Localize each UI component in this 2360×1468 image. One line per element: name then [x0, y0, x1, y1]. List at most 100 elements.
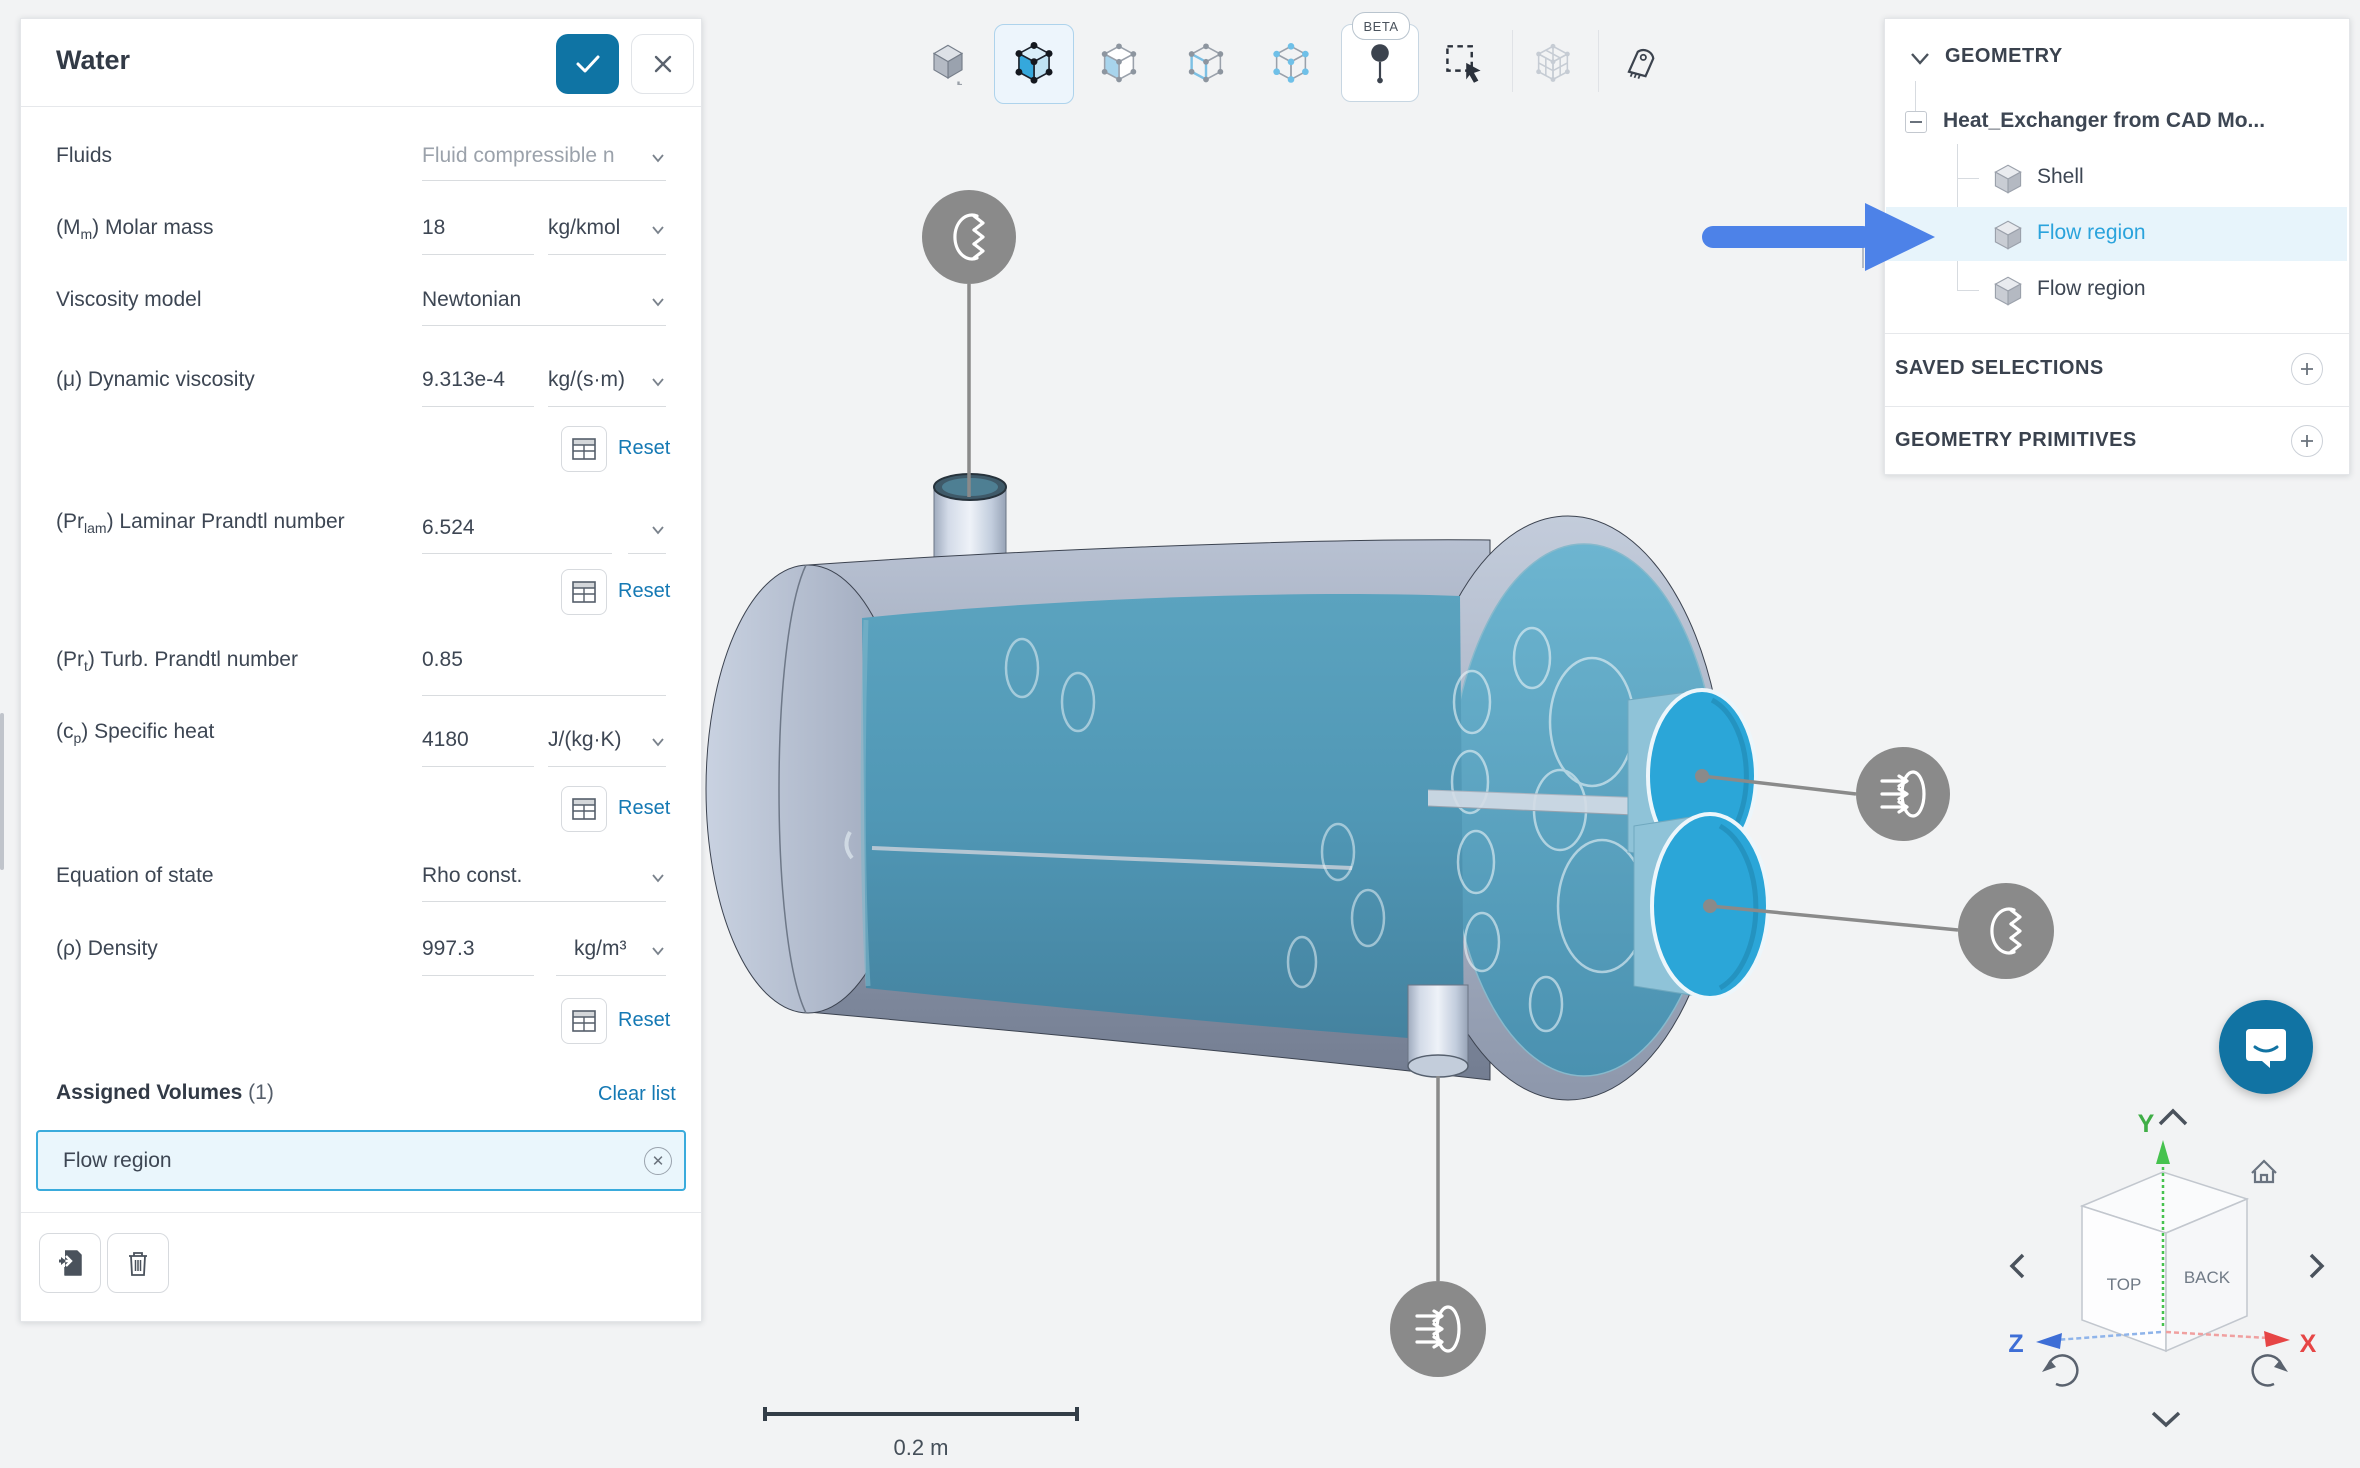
- roll-ccw-icon[interactable]: [2042, 1355, 2077, 1385]
- table-input-button[interactable]: [561, 426, 607, 472]
- panel-title: Water: [56, 45, 130, 76]
- input-underline: [422, 254, 534, 255]
- tree-node-shell[interactable]: Shell: [2037, 165, 2084, 189]
- toolbar-separator: [1512, 30, 1513, 92]
- roll-cw-icon[interactable]: [2253, 1355, 2288, 1385]
- tree-node-flow-region-selected[interactable]: Flow region: [2037, 221, 2146, 245]
- assigned-volume-chip[interactable]: Flow region ✕: [36, 1130, 686, 1191]
- equation-of-state-label: Equation of state: [56, 864, 214, 888]
- input-underline: [548, 766, 666, 767]
- chat-bubble-icon: [2240, 1021, 2292, 1073]
- density-input[interactable]: 997.3: [422, 937, 532, 961]
- scrollbar-thumb[interactable]: [0, 713, 4, 870]
- select-vertex-icon[interactable]: [1263, 36, 1319, 92]
- input-underline: [548, 406, 666, 407]
- table-input-button[interactable]: [561, 786, 607, 832]
- specific-heat-input[interactable]: 4180: [422, 728, 532, 752]
- table-input-button[interactable]: [561, 998, 607, 1044]
- geometry-collapse-chevron[interactable]: [1909, 51, 1931, 72]
- laminar-prandtl-input[interactable]: 6.524: [422, 516, 475, 540]
- probe-point-icon[interactable]: [1352, 36, 1408, 92]
- chevron-down-icon: [651, 151, 665, 165]
- divider: [21, 106, 701, 107]
- input-underline: [422, 180, 666, 181]
- confirm-button[interactable]: [556, 34, 619, 94]
- home-view-icon[interactable]: [2252, 1161, 2276, 1182]
- assign-import-icon: [57, 1249, 83, 1277]
- saved-selections-title[interactable]: SAVED SELECTIONS: [1895, 357, 2104, 380]
- box-select-icon[interactable]: [1436, 36, 1492, 92]
- rotate-down-chevron[interactable]: [2153, 1413, 2179, 1425]
- cube-icon: [1993, 275, 2023, 312]
- pressure-outlet-marker-right[interactable]: [1958, 883, 2054, 979]
- annotation-arrow: [1690, 195, 1950, 285]
- tree-node-flow-region[interactable]: Flow region: [2037, 277, 2146, 301]
- geometry-primitives-title[interactable]: GEOMETRY PRIMITIVES: [1895, 429, 2137, 452]
- reset-link[interactable]: Reset: [618, 580, 670, 603]
- scale-bar-label: 0.2 m: [893, 1435, 948, 1460]
- velocity-inlet-marker-bottom[interactable]: [1390, 1281, 1486, 1377]
- molar-mass-input[interactable]: 18: [422, 216, 532, 240]
- view-cube-widget: TOP BACK Y Z X: [2008, 1110, 2322, 1425]
- input-underline: [422, 695, 666, 696]
- chevron-down-icon: [651, 223, 665, 237]
- delete-button[interactable]: [107, 1233, 169, 1293]
- mesh-view-icon-disabled[interactable]: [1525, 36, 1581, 92]
- reset-link[interactable]: Reset: [618, 797, 670, 820]
- dynamic-viscosity-input[interactable]: 9.313e-4: [422, 368, 528, 392]
- input-underline: [422, 325, 666, 326]
- cancel-button[interactable]: [631, 34, 694, 94]
- checkmark-icon: [575, 53, 601, 75]
- table-icon: [572, 1010, 596, 1032]
- rotate-up-chevron[interactable]: [2160, 1111, 2186, 1124]
- clear-list-link[interactable]: Clear list: [598, 1083, 676, 1106]
- chat-support-button[interactable]: [2219, 1000, 2313, 1094]
- select-face-icon[interactable]: [1091, 36, 1147, 92]
- view-cube-back-label: BACK: [2184, 1268, 2231, 1287]
- molar-mass-unit-select[interactable]: kg/kmol: [548, 216, 620, 240]
- geometry-section-title[interactable]: GEOMETRY: [1945, 45, 2063, 68]
- input-underline: [548, 254, 666, 255]
- specific-heat-unit-select[interactable]: J/(kg·K): [548, 728, 622, 752]
- density-unit-select[interactable]: kg/m³: [574, 937, 627, 961]
- reset-link[interactable]: Reset: [618, 437, 670, 460]
- measure-tool-icon[interactable]: [1612, 36, 1668, 92]
- bottom-nozzle[interactable]: [1408, 985, 1468, 1077]
- equation-of-state-select[interactable]: Rho const.: [422, 864, 522, 888]
- reset-link[interactable]: Reset: [618, 1009, 670, 1032]
- dynamic-viscosity-unit-select[interactable]: kg/(s·m): [548, 368, 625, 392]
- table-input-button[interactable]: [561, 569, 607, 615]
- select-volume-icon[interactable]: [1006, 36, 1062, 92]
- input-underline: [422, 975, 534, 976]
- add-geometry-primitive-button[interactable]: [2291, 425, 2323, 457]
- turb-prandtl-label: (Prt) Turb. Prandtl number: [56, 648, 298, 674]
- chevron-down-icon: [651, 523, 665, 537]
- fluids-select[interactable]: Fluid compressible n: [422, 144, 628, 168]
- z-axis-arrowhead: [2036, 1333, 2062, 1349]
- leader-dot-upper: [1695, 769, 1709, 783]
- input-underline: [422, 766, 534, 767]
- collapse-node-button[interactable]: [1905, 111, 1927, 133]
- input-underline: [556, 975, 666, 976]
- toolbar-separator: [1598, 30, 1599, 92]
- solid-cube-render-icon[interactable]: [920, 36, 976, 92]
- fluids-label: Fluids: [56, 144, 112, 168]
- add-saved-selection-button[interactable]: [2291, 353, 2323, 385]
- viscosity-model-select[interactable]: Newtonian: [422, 288, 521, 312]
- tree-node-model[interactable]: Heat_Exchanger from CAD Mo...: [1943, 109, 2329, 133]
- chevron-down-icon: [651, 735, 665, 749]
- tree-guide: [1957, 290, 1979, 291]
- rotate-right-chevron[interactable]: [2311, 1255, 2322, 1277]
- velocity-inlet-marker-right[interactable]: [1856, 747, 1950, 841]
- pressure-outlet-marker-top[interactable]: [922, 190, 1016, 284]
- chip-label: Flow region: [63, 1149, 172, 1173]
- y-axis-arrowhead: [2156, 1140, 2170, 1164]
- input-underline: [628, 553, 666, 554]
- port-lower[interactable]: [1634, 814, 1768, 998]
- turb-prandtl-input[interactable]: 0.85: [422, 648, 463, 672]
- select-edge-icon[interactable]: [1178, 36, 1234, 92]
- assign-selection-button[interactable]: [39, 1233, 101, 1293]
- table-icon: [572, 798, 596, 820]
- remove-volume-icon[interactable]: ✕: [644, 1147, 672, 1175]
- rotate-left-chevron[interactable]: [2012, 1255, 2023, 1277]
